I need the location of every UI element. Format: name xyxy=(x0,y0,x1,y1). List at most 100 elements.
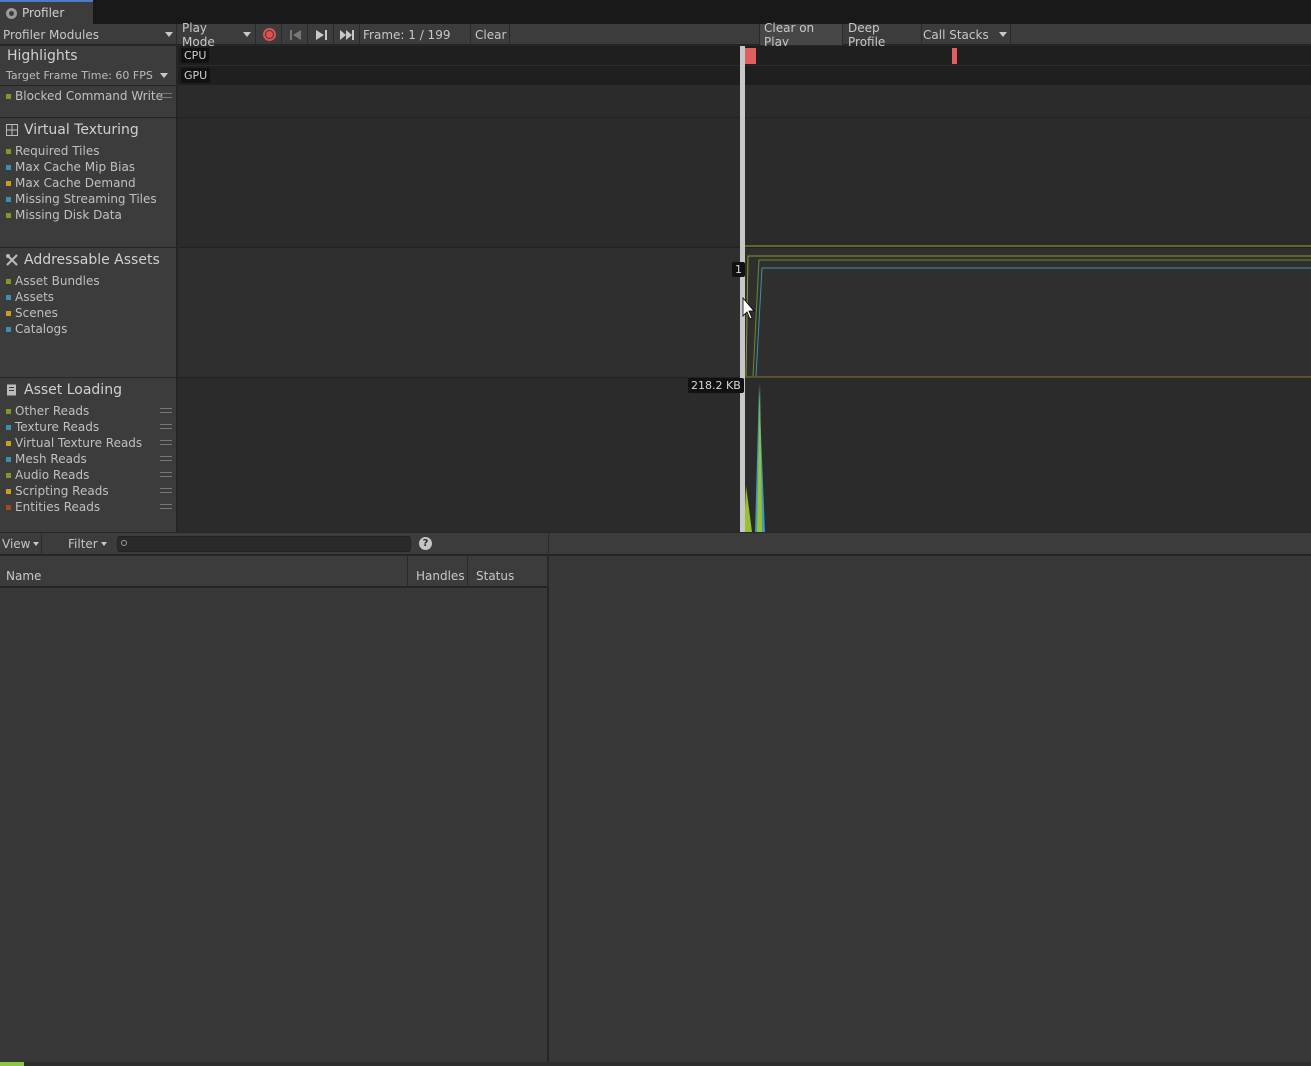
step-forward-icon xyxy=(315,29,327,40)
selected-frame-line[interactable] xyxy=(740,46,745,532)
catalogs-line xyxy=(755,267,1311,377)
series-item[interactable]: Required Tiles xyxy=(6,143,176,159)
clear-on-play-toggle[interactable]: Clear on Play xyxy=(759,21,843,49)
series-label: Blocked Command Write xyxy=(15,89,164,103)
series-color-swatch xyxy=(6,440,11,446)
module-highlights[interactable]: Highlights Target Frame Time: 60 FPS xyxy=(0,46,177,86)
series-label: Audio Reads xyxy=(15,468,90,482)
module-title: Virtual Texturing xyxy=(24,122,139,138)
help-icon[interactable]: ? xyxy=(419,537,432,550)
series-item[interactable]: Other Reads xyxy=(6,403,176,419)
search-icon xyxy=(121,540,127,546)
profiler-icon xyxy=(6,7,17,19)
module-title-row: Addressable Assets xyxy=(6,252,160,268)
column-header-name[interactable]: Name xyxy=(0,556,408,587)
series-item[interactable]: Max Cache Mip Bias xyxy=(6,159,176,175)
series-item[interactable]: Audio Reads xyxy=(6,467,176,483)
series-label: Assets xyxy=(15,290,55,304)
table-header: Name Handles Status xyxy=(0,556,548,587)
asset-bundles-line xyxy=(745,255,1311,377)
profiler-toolbar: Profiler Modules Play Mode Frame: 1 / 19… xyxy=(0,21,1311,49)
target-frame-time-dropdown[interactable]: Target Frame Time: 60 FPS xyxy=(6,69,174,82)
call-stacks-toggle[interactable]: Call Stacks xyxy=(923,24,995,45)
filter-dropdown[interactable]: Filter xyxy=(65,533,111,555)
series-item[interactable]: Missing Streaming Tiles xyxy=(6,191,176,207)
series-item[interactable]: Missing Disk Data xyxy=(6,207,176,223)
status-bar xyxy=(0,1062,1311,1066)
chevron-down-icon xyxy=(100,542,107,546)
series-item[interactable]: Virtual Texture Reads xyxy=(6,435,176,451)
drag-handle-icon[interactable] xyxy=(160,424,172,429)
series-item[interactable]: Catalogs xyxy=(6,321,176,337)
module-asset-loading[interactable]: Asset Loading Other Reads Texture Reads … xyxy=(0,378,177,532)
series-label: Scripting Reads xyxy=(15,484,109,498)
series-label: Max Cache Mip Bias xyxy=(15,160,136,174)
details-pane xyxy=(549,556,1311,1062)
document-icon xyxy=(7,384,16,396)
series-item[interactable]: Scripting Reads xyxy=(6,483,176,499)
series-color-swatch xyxy=(6,310,11,316)
series-label: Other Reads xyxy=(15,404,90,418)
series-color-swatch xyxy=(6,93,11,99)
series-item[interactable]: Assets xyxy=(6,289,176,305)
series-label: Missing Streaming Tiles xyxy=(15,192,157,206)
series-label: Required Tiles xyxy=(15,144,100,158)
series-color-swatch xyxy=(6,148,11,154)
series-color-swatch xyxy=(6,326,11,332)
drag-handle-icon[interactable] xyxy=(160,504,172,509)
series-item[interactable]: Texture Reads xyxy=(6,419,176,435)
drag-handle-icon[interactable] xyxy=(160,472,172,477)
next-frame-button[interactable] xyxy=(309,24,334,45)
pane-divider xyxy=(548,533,549,555)
record-button[interactable] xyxy=(257,24,282,45)
column-header-status[interactable]: Status xyxy=(469,556,548,587)
series-color-swatch xyxy=(6,456,11,462)
chevron-down-icon xyxy=(33,542,40,546)
drag-handle-icon[interactable] xyxy=(160,408,172,413)
profiler-graph-area[interactable]: CPU GPU 1 218.2 KB xyxy=(178,46,1311,532)
series-item[interactable]: Mesh Reads xyxy=(6,451,176,467)
first-frame-button[interactable] xyxy=(283,24,308,45)
profiler-modules-dropdown[interactable]: Profiler Modules xyxy=(0,24,177,45)
search-input[interactable] xyxy=(117,536,411,552)
series-label: Entities Reads xyxy=(15,500,101,514)
series-label: Missing Disk Data xyxy=(15,208,122,222)
module-highlights-series: Blocked Command Write xyxy=(0,86,177,118)
progress-bar xyxy=(0,1062,24,1066)
series-item[interactable]: Entities Reads xyxy=(6,499,176,515)
call-stacks-dropdown[interactable] xyxy=(995,24,1011,45)
series-color-swatch xyxy=(6,196,11,202)
series-label: Scenes xyxy=(15,306,58,320)
play-mode-dropdown[interactable]: Play Mode xyxy=(178,21,256,49)
column-header-handles[interactable]: Handles xyxy=(409,556,468,587)
module-title: Asset Loading xyxy=(24,382,122,398)
chevron-down-icon xyxy=(160,73,168,78)
series-color-swatch xyxy=(6,294,11,300)
series-item[interactable]: Asset Bundles xyxy=(6,273,176,289)
series-item[interactable]: Scenes xyxy=(6,305,176,321)
series-color-swatch xyxy=(6,180,11,186)
last-frame-button[interactable] xyxy=(335,24,360,45)
drag-handle-icon[interactable] xyxy=(160,93,172,98)
module-title-row: Asset Loading xyxy=(6,382,122,398)
view-dropdown[interactable]: View xyxy=(0,533,42,555)
drag-handle-icon[interactable] xyxy=(160,440,172,445)
drag-handle-icon[interactable] xyxy=(160,456,172,461)
module-addressable-assets[interactable]: Addressable Assets Asset Bundles Assets … xyxy=(0,248,177,378)
target-frame-time-label: Target Frame Time: 60 FPS xyxy=(6,69,153,82)
series-item[interactable]: Blocked Command Write xyxy=(6,88,176,104)
table-body[interactable] xyxy=(0,588,548,1062)
series-color-swatch xyxy=(6,472,11,478)
series-item[interactable]: Max Cache Demand xyxy=(6,175,176,191)
fast-forward-icon xyxy=(340,29,354,40)
tools-icon xyxy=(6,254,18,266)
clear-button[interactable]: Clear xyxy=(470,24,510,45)
tab-profiler[interactable]: Profiler xyxy=(0,0,93,24)
assets-line xyxy=(752,259,1311,377)
module-title-row: Virtual Texturing xyxy=(6,122,139,138)
series-label: Max Cache Demand xyxy=(15,176,136,190)
skip-back-icon xyxy=(289,29,301,40)
module-virtual-texturing[interactable]: Virtual Texturing Required Tiles Max Cac… xyxy=(0,118,177,248)
drag-handle-icon[interactable] xyxy=(160,488,172,493)
deep-profile-toggle[interactable]: Deep Profile xyxy=(844,21,922,49)
